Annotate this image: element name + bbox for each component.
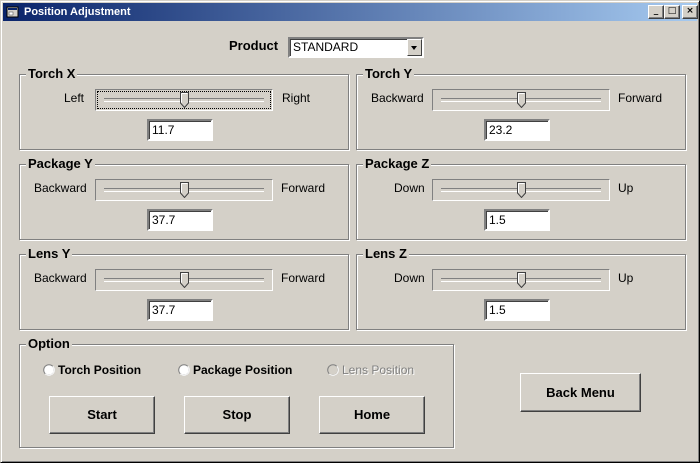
torch-x-value-input[interactable]: 11.7 — [147, 119, 213, 141]
group-package-y: Package Y Backward Forward 37.7 — [19, 156, 349, 240]
group-lens-z: Lens Z Down Up 1.5 — [356, 246, 686, 330]
group-option-title: Option — [26, 336, 72, 352]
product-label: Product — [229, 38, 279, 53]
package-y-right-label: Forward — [281, 181, 326, 195]
group-package-y-title: Package Y — [26, 156, 95, 172]
group-package-z: Package Z Down Up 1.5 — [356, 156, 686, 240]
product-select[interactable]: STANDARD — [288, 37, 424, 58]
lens-y-left-label: Backward — [34, 271, 87, 285]
group-torch-x: Torch X Left Right 11.7 — [19, 66, 349, 150]
start-button[interactable]: Start — [49, 396, 155, 434]
torch-x-left-label: Left — [64, 91, 85, 105]
package-z-value-input[interactable]: 1.5 — [484, 209, 550, 231]
lens-y-slider[interactable] — [95, 269, 273, 291]
package-y-slider[interactable] — [95, 179, 273, 201]
group-lens-y-title: Lens Y — [26, 246, 73, 262]
group-lens-z-title: Lens Z — [363, 246, 409, 262]
torch-x-slider[interactable] — [95, 89, 273, 111]
torch-y-slider[interactable] — [432, 89, 610, 111]
group-option: Option Torch Position Package Position L… — [19, 336, 454, 448]
group-torch-y-title: Torch Y — [363, 66, 415, 82]
package-y-left-label: Backward — [34, 181, 87, 195]
radio-circle-icon — [43, 364, 55, 376]
lens-z-value-input[interactable]: 1.5 — [484, 299, 550, 321]
radio-circle-icon — [327, 364, 339, 376]
lens-y-value-input[interactable]: 37.7 — [147, 299, 213, 321]
close-button[interactable]: × — [682, 5, 698, 19]
position-adjustment-window: Position Adjustment _ □ × Product STANDA… — [0, 0, 700, 463]
slider-thumb[interactable] — [179, 92, 189, 108]
torch-x-right-label: Right — [282, 91, 311, 105]
slider-thumb[interactable] — [516, 92, 526, 108]
slider-thumb[interactable] — [516, 272, 526, 288]
radio-torch-position-label: Torch Position — [58, 363, 142, 377]
title-bar[interactable]: Position Adjustment _ □ × — [3, 3, 698, 21]
group-lens-y: Lens Y Backward Forward 37.7 — [19, 246, 349, 330]
torch-y-right-label: Forward — [618, 91, 663, 105]
torch-y-value-input[interactable]: 23.2 — [484, 119, 550, 141]
group-torch-x-title: Torch X — [26, 66, 78, 82]
maximize-button[interactable]: □ — [664, 5, 680, 19]
home-button[interactable]: Home — [319, 396, 425, 434]
radio-package-position-label: Package Position — [193, 363, 293, 377]
radio-circle-icon — [178, 364, 190, 376]
lens-z-right-label: Up — [618, 271, 634, 285]
stop-button[interactable]: Stop — [184, 396, 290, 434]
package-y-value-input[interactable]: 37.7 — [147, 209, 213, 231]
package-z-right-label: Up — [618, 181, 634, 195]
slider-thumb[interactable] — [179, 272, 189, 288]
group-package-z-title: Package Z — [363, 156, 432, 172]
torch-y-left-label: Backward — [371, 91, 424, 105]
lens-z-left-label: Down — [394, 271, 425, 285]
window-title: Position Adjustment — [24, 6, 131, 18]
group-torch-y: Torch Y Backward Forward 23.2 — [356, 66, 686, 150]
back-menu-button[interactable]: Back Menu — [520, 373, 641, 412]
slider-thumb[interactable] — [516, 182, 526, 198]
product-select-value: STANDARD — [293, 40, 359, 54]
package-z-left-label: Down — [394, 181, 425, 195]
chevron-down-icon — [411, 46, 417, 50]
lens-z-slider[interactable] — [432, 269, 610, 291]
package-z-slider[interactable] — [432, 179, 610, 201]
slider-thumb[interactable] — [179, 182, 189, 198]
radio-lens-position-label: Lens Position — [342, 363, 415, 377]
lens-y-right-label: Forward — [281, 271, 326, 285]
minimize-button[interactable]: _ — [648, 5, 664, 19]
product-dropdown-button[interactable] — [407, 39, 422, 56]
app-icon — [6, 6, 19, 18]
